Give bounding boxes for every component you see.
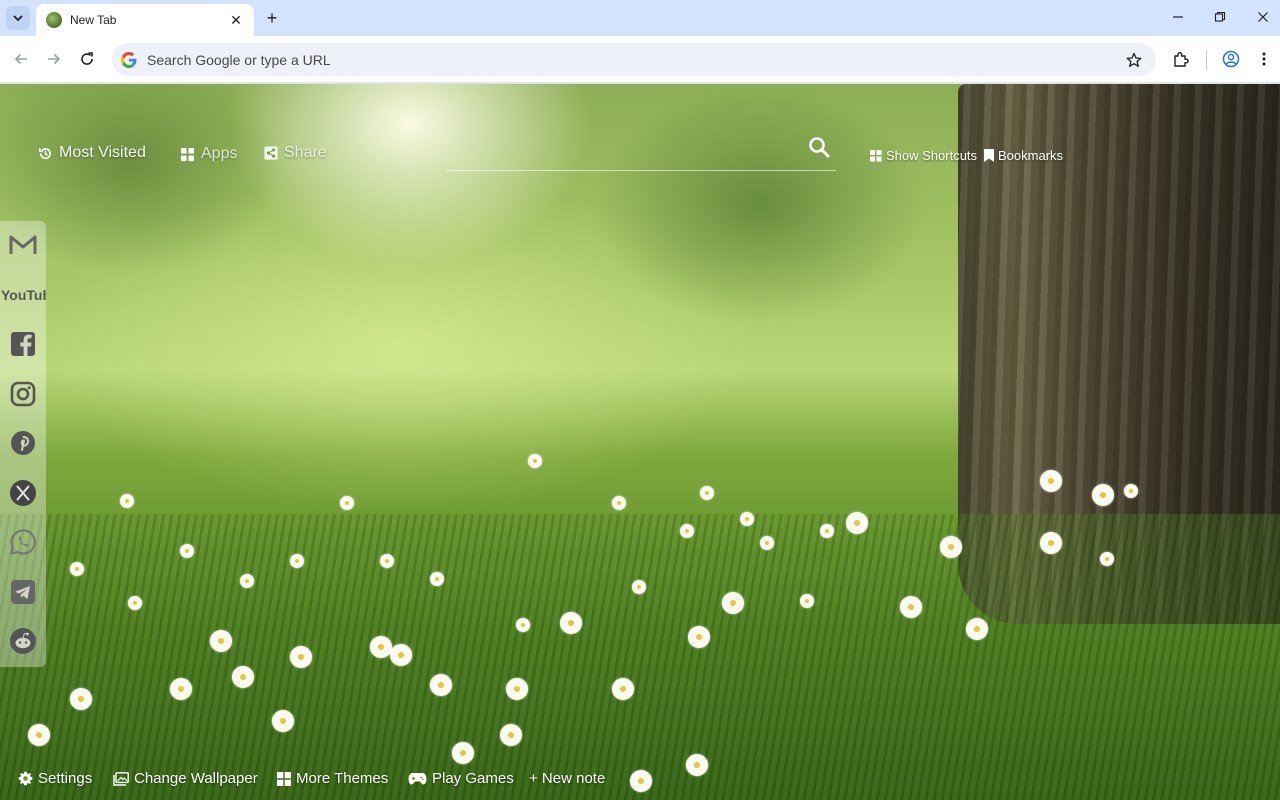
browser-menu-button[interactable]	[1251, 46, 1277, 72]
forward-button[interactable]	[41, 46, 67, 72]
youtube-link[interactable]: YouTube	[0, 278, 46, 312]
profile-button[interactable]	[1218, 46, 1244, 72]
apps-button[interactable]: Apps	[180, 145, 237, 163]
chevron-down-icon	[13, 15, 23, 22]
share-button[interactable]: Share	[264, 144, 327, 162]
restore-button[interactable]	[1206, 4, 1234, 30]
play-games-button[interactable]: Play Games	[408, 770, 514, 787]
browser-tab[interactable]: New Tab ✕	[36, 4, 254, 36]
wallpaper-meadow	[0, 514, 1280, 800]
x-icon	[10, 480, 36, 506]
more-themes-button[interactable]: More Themes	[277, 770, 388, 787]
new-note-button[interactable]: + New note	[529, 770, 605, 787]
reddit-icon	[10, 628, 36, 654]
back-button[interactable]	[8, 46, 34, 72]
tab-strip: New Tab ✕ +	[0, 0, 1280, 36]
gamepad-icon	[408, 773, 427, 785]
bookmarks-label: Bookmarks	[998, 148, 1064, 163]
image-icon	[113, 771, 129, 786]
search-input-underline[interactable]	[446, 170, 836, 171]
facebook-link[interactable]	[6, 327, 40, 361]
whatsapp-icon	[10, 529, 36, 555]
apps-label: Apps	[201, 145, 238, 162]
share-icon	[264, 146, 278, 160]
restore-icon	[1214, 11, 1226, 22]
share-label: Share	[284, 144, 327, 161]
telegram-link[interactable]	[6, 575, 40, 609]
tab-close-icon[interactable]: ✕	[228, 12, 244, 28]
extensions-icon	[1174, 52, 1189, 67]
instagram-link[interactable]	[6, 377, 40, 411]
bookmark-star-button[interactable]	[1120, 46, 1148, 74]
change-wallpaper-button[interactable]: Change Wallpaper	[113, 770, 258, 787]
reload-button[interactable]	[74, 46, 100, 72]
minimize-button[interactable]	[1164, 4, 1192, 30]
bookmark-icon	[984, 149, 994, 162]
menu-kebab-icon	[1262, 52, 1266, 66]
apps-grid-icon	[180, 147, 195, 161]
profile-icon	[1222, 50, 1240, 68]
instagram-icon	[10, 381, 36, 407]
settings-button[interactable]: Settings	[18, 770, 92, 787]
play-games-label: Play Games	[432, 770, 514, 787]
new-note-label: + New note	[529, 770, 606, 787]
gmail-icon	[9, 235, 37, 254]
google-g-icon	[121, 51, 137, 68]
toolbar-divider	[1206, 50, 1207, 70]
grid-icon	[870, 149, 882, 161]
gmail-link[interactable]	[6, 228, 40, 262]
bookmark-star-icon	[1126, 52, 1142, 67]
tab-search-button[interactable]	[6, 6, 30, 30]
browser-toolbar: Search Google or type a URL	[0, 36, 1280, 83]
address-bar-placeholder: Search Google or type a URL	[147, 51, 331, 68]
address-bar[interactable]: Search Google or type a URL	[112, 43, 1156, 76]
most-visited-label: Most Visited	[59, 144, 146, 161]
facebook-icon	[11, 332, 35, 356]
reload-icon	[81, 52, 93, 65]
more-themes-label: More Themes	[296, 770, 389, 787]
minimize-icon	[1173, 16, 1183, 18]
reddit-link[interactable]	[6, 624, 40, 658]
change-wallpaper-label: Change Wallpaper	[134, 770, 258, 787]
pinterest-icon	[11, 431, 35, 455]
show-shortcuts-label: Show Shortcuts	[886, 148, 978, 163]
show-shortcuts-button[interactable]: Show Shortcuts	[870, 148, 977, 163]
tab-title: New Tab	[70, 13, 117, 27]
pinterest-link[interactable]	[6, 426, 40, 460]
x-link[interactable]	[6, 476, 40, 510]
close-window-button[interactable]	[1249, 4, 1277, 30]
settings-label: Settings	[38, 770, 93, 787]
youtube-icon: YouTube	[1, 287, 46, 303]
gear-icon	[18, 771, 33, 786]
new-tab-button[interactable]: +	[260, 6, 284, 30]
whatsapp-link[interactable]	[6, 525, 40, 559]
wallpaper-favicon-icon	[46, 12, 62, 28]
history-icon	[39, 147, 51, 159]
back-icon	[14, 53, 27, 65]
social-sidebar: YouTube	[0, 221, 46, 667]
new-tab-page: Most Visited Apps Share Show Shortcuts B…	[0, 84, 1280, 800]
bookmarks-button[interactable]: Bookmarks	[984, 148, 1063, 163]
extensions-button[interactable]	[1168, 46, 1194, 72]
search-icon[interactable]	[808, 136, 830, 158]
close-window-icon	[1258, 12, 1268, 22]
svg-text:YouTube: YouTube	[1, 287, 46, 303]
most-visited-button[interactable]: Most Visited	[38, 144, 146, 162]
windows-grid-icon	[277, 771, 291, 786]
forward-icon	[48, 53, 61, 65]
telegram-icon	[11, 580, 35, 604]
